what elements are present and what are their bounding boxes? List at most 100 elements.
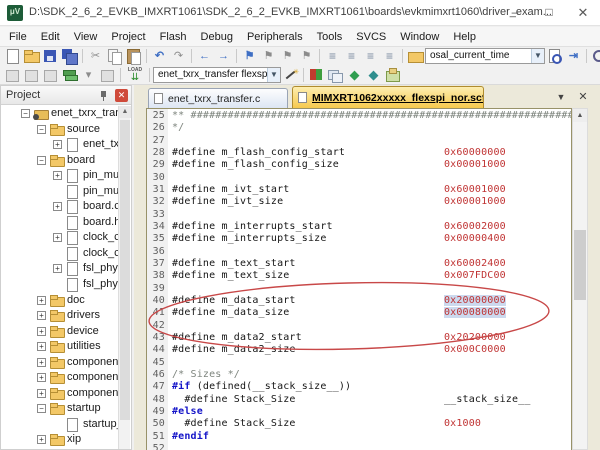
tab-enet-txrx-transfer[interactable]: enet_txrx_transfer.c bbox=[148, 88, 288, 108]
configure-flash-tools-icon[interactable]: ◆ bbox=[365, 67, 382, 84]
open-folder-icon[interactable] bbox=[23, 48, 40, 65]
tree-item-xip[interactable]: +xip bbox=[1, 432, 118, 448]
menu-item-project[interactable]: Project bbox=[104, 28, 152, 47]
code-line-48[interactable]: 48 #define Stack_Size__stack_size__ bbox=[147, 394, 571, 406]
code-line-44[interactable]: 44#define m_data2_size0x000C0000 bbox=[147, 344, 571, 356]
tree-item-fsl-phy-[interactable]: fsl_phy. bbox=[1, 277, 118, 293]
rebuild-icon[interactable] bbox=[42, 67, 59, 84]
project-tree-scrollbar[interactable]: ▲ bbox=[118, 106, 130, 449]
tab-list-dropdown-icon[interactable]: ▼ bbox=[554, 90, 568, 104]
expand-icon[interactable]: + bbox=[53, 264, 62, 273]
menu-item-svcs[interactable]: SVCS bbox=[349, 28, 393, 47]
code-line-32[interactable]: 32#define m_ivt_size0x00001000 bbox=[147, 196, 571, 208]
pin-icon[interactable] bbox=[99, 90, 109, 101]
collapse-icon[interactable]: − bbox=[37, 156, 46, 165]
code-line-34[interactable]: 34#define m_interrupts_start0x60002000 bbox=[147, 221, 571, 233]
code-line-51[interactable]: 51#endif bbox=[147, 431, 571, 443]
scroll-up-icon[interactable]: ▲ bbox=[119, 106, 131, 118]
chevron-down-icon[interactable]: ▼ bbox=[531, 49, 544, 63]
stop-build-icon[interactable] bbox=[99, 67, 116, 84]
manage-windows-icon[interactable] bbox=[327, 67, 344, 84]
code-line-45[interactable]: 45 bbox=[147, 357, 571, 369]
manage-run-time-environment-icon[interactable]: ◆ bbox=[346, 67, 363, 84]
menu-item-edit[interactable]: Edit bbox=[34, 28, 67, 47]
code-line-52[interactable]: 52 bbox=[147, 443, 571, 450]
tree-item-startup-[interactable]: startup_ bbox=[1, 417, 118, 433]
debug-session-icon[interactable] bbox=[308, 67, 325, 84]
bookmark-clear-icon[interactable]: ⚑ bbox=[298, 48, 315, 65]
tree-item-utilities[interactable]: +utilities bbox=[1, 339, 118, 355]
find-icon[interactable] bbox=[546, 48, 563, 65]
menu-item-tools[interactable]: Tools bbox=[310, 28, 350, 47]
code-line-39[interactable]: 39 bbox=[147, 283, 571, 295]
navigate-back-icon[interactable]: ← bbox=[196, 48, 213, 65]
minimize-button[interactable]: – bbox=[498, 0, 532, 25]
project-tree-scroll-thumb[interactable] bbox=[120, 120, 130, 420]
tree-item-board-h[interactable]: board.h bbox=[1, 215, 118, 231]
code-line-33[interactable]: 33 bbox=[147, 209, 571, 221]
code-line-31[interactable]: 31#define m_ivt_start0x60001000 bbox=[147, 184, 571, 196]
tree-item-component[interactable]: +component bbox=[1, 370, 118, 386]
pack-installer-icon[interactable] bbox=[384, 67, 401, 84]
code-line-43[interactable]: 43#define m_data2_start0x20200000 bbox=[147, 332, 571, 344]
menu-item-window[interactable]: Window bbox=[393, 28, 446, 47]
tree-item-clock-c[interactable]: clock_c bbox=[1, 246, 118, 262]
expand-icon[interactable]: + bbox=[37, 358, 46, 367]
tree-item-source[interactable]: −source bbox=[1, 122, 118, 138]
tree-item-device[interactable]: +device bbox=[1, 324, 118, 340]
tree-item-startup[interactable]: −startup bbox=[1, 401, 118, 417]
collapse-icon[interactable]: − bbox=[37, 125, 46, 134]
new-file-icon[interactable] bbox=[4, 48, 21, 65]
menu-item-flash[interactable]: Flash bbox=[153, 28, 194, 47]
indent-icon[interactable] bbox=[343, 48, 360, 65]
collapse-icon[interactable]: − bbox=[21, 109, 30, 118]
target-select[interactable]: enet_txrx_transfer flexspi▼ bbox=[153, 67, 281, 83]
zoom-in-icon[interactable] bbox=[591, 48, 600, 65]
bookmark-prev-icon[interactable]: ⚑ bbox=[260, 48, 277, 65]
tree-item-enet-txrx-transf[interactable]: −enet_txrx_transf bbox=[1, 106, 118, 122]
menu-item-debug[interactable]: Debug bbox=[194, 28, 240, 47]
search-term-select[interactable]: osal_current_time▼ bbox=[425, 48, 545, 64]
expand-icon[interactable]: + bbox=[37, 389, 46, 398]
save-all-icon[interactable] bbox=[61, 48, 78, 65]
tree-item-pin-mu[interactable]: pin_mu bbox=[1, 184, 118, 200]
expand-icon[interactable]: + bbox=[53, 140, 62, 149]
code-line-28[interactable]: 28#define m_flash_config_start0x60000000 bbox=[147, 147, 571, 159]
batch-build-icon[interactable] bbox=[61, 67, 78, 84]
unindent-icon[interactable] bbox=[324, 48, 341, 65]
code-line-41[interactable]: 41#define m_data_size0x00080000 bbox=[147, 307, 571, 319]
editor-scrollbar[interactable]: ▲ bbox=[572, 108, 588, 450]
bookmark-toggle-icon[interactable]: ⚑ bbox=[241, 48, 258, 65]
expand-icon[interactable]: + bbox=[53, 233, 62, 242]
code-line-29[interactable]: 29#define m_flash_config_size0x00001000 bbox=[147, 159, 571, 171]
save-icon[interactable] bbox=[42, 48, 59, 65]
uncomment-selection-icon[interactable] bbox=[381, 48, 398, 65]
code-line-36[interactable]: 36 bbox=[147, 246, 571, 258]
close-button[interactable]: ✕ bbox=[566, 0, 600, 25]
expand-icon[interactable]: + bbox=[37, 327, 46, 336]
expand-icon[interactable]: + bbox=[37, 296, 46, 305]
tree-item-fsl-phy-[interactable]: +fsl_phy. bbox=[1, 261, 118, 277]
tree-item-enet-txr[interactable]: +enet_txr bbox=[1, 137, 118, 153]
tree-item-board[interactable]: −board bbox=[1, 153, 118, 169]
menu-item-file[interactable]: File bbox=[2, 28, 34, 47]
code-line-38[interactable]: 38#define m_text_size0x007FDC00 bbox=[147, 270, 571, 282]
code-line-30[interactable]: 30 bbox=[147, 172, 571, 184]
code-line-35[interactable]: 35#define m_interrupts_size0x00000400 bbox=[147, 233, 571, 245]
tree-item-component[interactable]: +component bbox=[1, 355, 118, 371]
paste-icon[interactable] bbox=[125, 48, 142, 65]
code-line-37[interactable]: 37#define m_text_start0x60002400 bbox=[147, 258, 571, 270]
tab-close-icon[interactable]: ✕ bbox=[576, 90, 590, 104]
code-line-27[interactable]: 27 bbox=[147, 135, 571, 147]
run-to-cursor-icon[interactable]: ⇥ bbox=[565, 48, 582, 65]
project-panel-close-icon[interactable]: ✕ bbox=[115, 89, 128, 102]
tree-item-doc[interactable]: +doc bbox=[1, 293, 118, 309]
copy-icon[interactable] bbox=[106, 48, 123, 65]
download-load-icon[interactable] bbox=[125, 67, 145, 84]
tree-item-clock-c[interactable]: +clock_c bbox=[1, 230, 118, 246]
expand-icon[interactable]: + bbox=[37, 373, 46, 382]
build-icon[interactable] bbox=[23, 67, 40, 84]
menu-item-help[interactable]: Help bbox=[446, 28, 483, 47]
editor-scroll-thumb[interactable] bbox=[574, 230, 586, 300]
scroll-up-icon[interactable]: ▲ bbox=[573, 109, 587, 122]
